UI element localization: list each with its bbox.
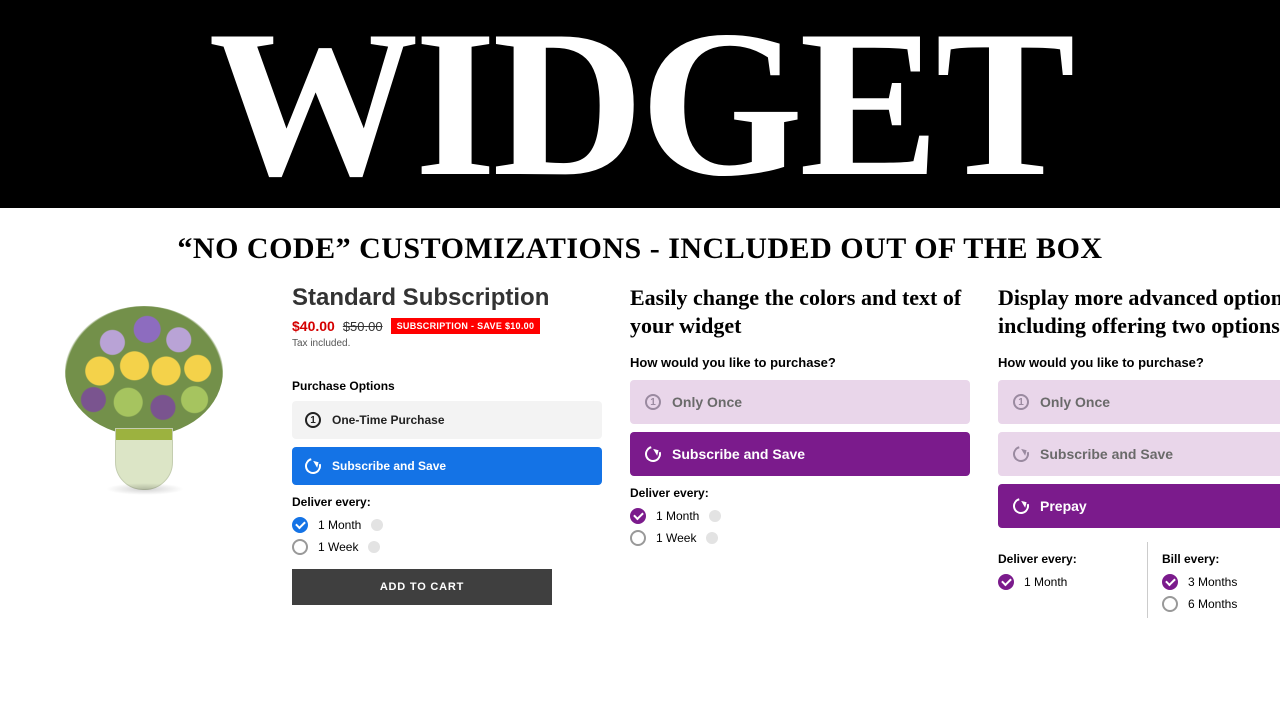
only-once-option[interactable]: 1 Only Once <box>630 380 970 424</box>
help-icon[interactable] <box>706 532 718 544</box>
bill-interval-3-months[interactable]: 3 Months <box>1162 574 1280 590</box>
interval-label: 1 Week <box>318 540 358 554</box>
color-variant-heading: Easily change the colors and text of you… <box>630 284 970 339</box>
product-title: Standard Subscription <box>292 284 602 312</box>
help-icon[interactable] <box>371 519 383 531</box>
one-time-icon: 1 <box>304 411 322 429</box>
only-once-option[interactable]: 1 Only Once <box>998 380 1280 424</box>
one-time-label: One-Time Purchase <box>332 413 445 427</box>
help-icon[interactable] <box>368 541 380 553</box>
interval-1-week[interactable]: 1 Week <box>292 539 602 555</box>
interval-1-month[interactable]: 1 Month <box>292 517 602 533</box>
interval-label: 1 Month <box>1024 575 1067 589</box>
purchase-prompt: How would you like to purchase? <box>998 355 1280 370</box>
prepay-option[interactable]: Prepay <box>998 484 1280 528</box>
vase-illustration <box>115 428 173 490</box>
deliver-every-label: Deliver every: <box>292 495 602 509</box>
one-time-icon: 1 <box>644 393 662 411</box>
subscribe-and-save-option[interactable]: Subscribe and Save <box>630 432 970 476</box>
subscribe-label: Subscribe and Save <box>332 459 446 473</box>
radio-checked-icon <box>630 508 646 524</box>
deliver-interval-1-month[interactable]: 1 Month <box>998 574 1133 590</box>
interval-label: 6 Months <box>1188 597 1237 611</box>
subscribe-label: Subscribe and Save <box>672 446 805 462</box>
hero-title: WIDGET <box>209 0 1072 209</box>
tax-note: Tax included. <box>292 338 602 349</box>
interval-1-month[interactable]: 1 Month <box>630 508 970 524</box>
compare-at-price: $50.00 <box>343 319 383 334</box>
only-once-label: Only Once <box>672 394 742 410</box>
one-time-icon: 1 <box>1012 393 1030 411</box>
cycle-icon <box>1012 497 1030 515</box>
price: $40.00 <box>292 318 335 334</box>
add-to-cart-button[interactable]: ADD TO CART <box>292 569 552 605</box>
advanced-variant-column: Display more advanced options, including… <box>998 284 1280 618</box>
prepay-label: Prepay <box>1040 498 1087 514</box>
advanced-variant-heading: Display more advanced options, including… <box>998 284 1280 339</box>
help-icon[interactable] <box>709 510 721 522</box>
interval-label: 3 Months <box>1188 575 1237 589</box>
only-once-label: Only Once <box>1040 394 1110 410</box>
color-variant-column: Easily change the colors and text of you… <box>630 284 970 552</box>
interval-label: 1 Month <box>318 518 361 532</box>
interval-1-week[interactable]: 1 Week <box>630 530 970 546</box>
bouquet-illustration <box>65 306 223 436</box>
interval-label: 1 Week <box>656 531 696 545</box>
deliver-every-label: Deliver every: <box>630 486 970 500</box>
cycle-icon <box>644 445 662 463</box>
subscribe-label: Subscribe and Save <box>1040 446 1173 462</box>
radio-unchecked-icon <box>292 539 308 555</box>
radio-checked-icon <box>1162 574 1178 590</box>
one-time-purchase-option[interactable]: 1 One-Time Purchase <box>292 401 602 439</box>
bill-interval-6-months[interactable]: 6 Months <box>1162 596 1280 612</box>
default-widget-column: Standard Subscription $40.00 $50.00 SUBS… <box>292 284 602 605</box>
subscribe-and-save-option[interactable]: Subscribe and Save <box>998 432 1280 476</box>
interval-label: 1 Month <box>656 509 699 523</box>
cycle-icon <box>304 457 322 475</box>
radio-checked-icon <box>292 517 308 533</box>
purchase-prompt: How would you like to purchase? <box>630 355 970 370</box>
radio-unchecked-icon <box>630 530 646 546</box>
subscription-discount-badge: SUBSCRIPTION - SAVE $10.00 <box>391 318 541 334</box>
hero-banner: WIDGET <box>0 0 1280 208</box>
radio-unchecked-icon <box>1162 596 1178 612</box>
deliver-every-label: Deliver every: <box>998 552 1133 566</box>
radio-checked-icon <box>998 574 1014 590</box>
product-image <box>24 284 264 492</box>
purchase-options-label: Purchase Options <box>292 379 602 393</box>
cycle-icon <box>1012 445 1030 463</box>
bill-every-label: Bill every: <box>1162 552 1280 566</box>
subscribe-and-save-option[interactable]: Subscribe and Save <box>292 447 602 485</box>
